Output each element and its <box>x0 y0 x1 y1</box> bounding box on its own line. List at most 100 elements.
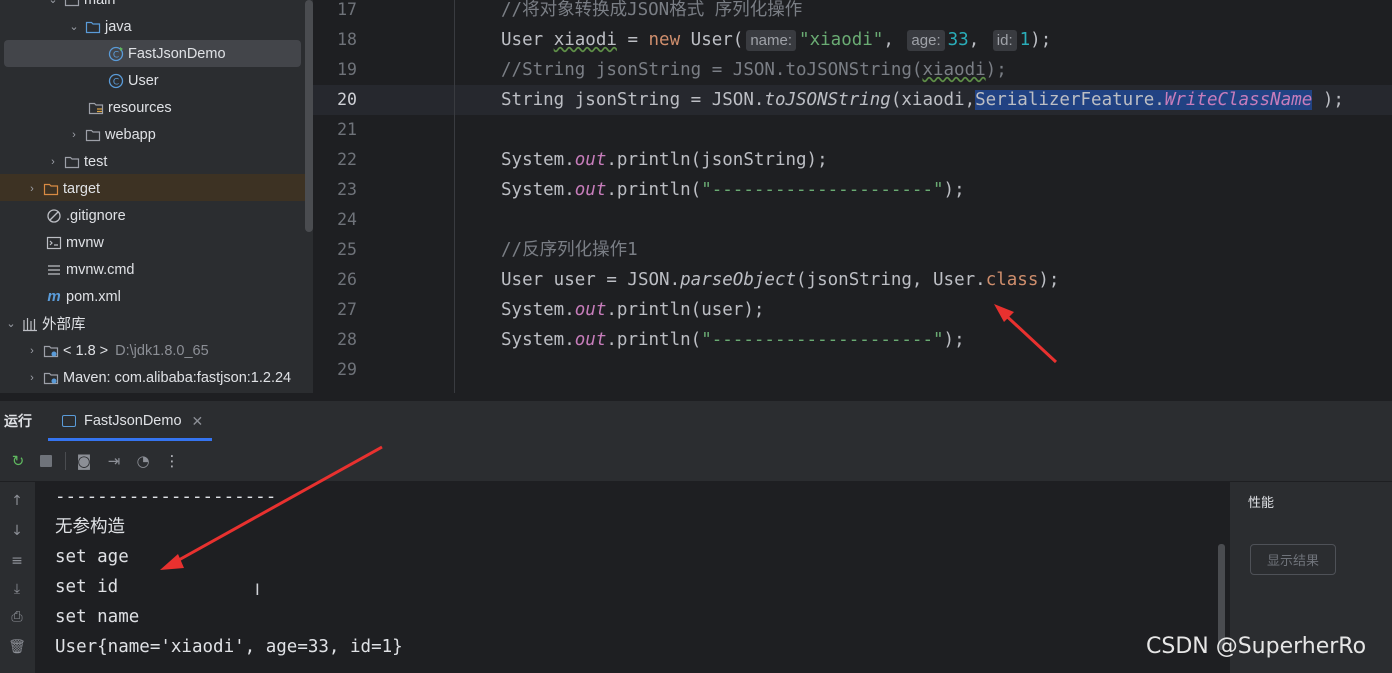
console-side-toolbar: ↑ ↓ ≡ ⤓ ⎙ 🗑 <box>0 482 35 673</box>
svg-text:C: C <box>113 50 119 60</box>
code-line-17: //将对象转换成JSON格式 序列化操作 <box>501 0 803 20</box>
chevron-down-icon[interactable]: ⌄ <box>4 317 18 331</box>
project-tree: ⌄ main ⌄ java C FastJsonDemo C User reso… <box>0 0 313 393</box>
line-number: 23 <box>337 180 357 199</box>
profiler-icon[interactable]: ◔ <box>133 451 153 471</box>
console-line: 无参构造 <box>55 517 125 537</box>
tree-item-fastjson-lib[interactable]: › Maven: com.alibaba:fastjson:1.2.24 <box>25 364 291 391</box>
run-tool-window-header: 运行 FastJsonDemo ✕ <box>0 400 1392 441</box>
tree-item-user[interactable]: C User <box>108 67 159 94</box>
text-file-icon <box>46 262 62 278</box>
console-line: set name <box>55 607 140 627</box>
indent-guide <box>454 0 455 393</box>
tree-item-mvnw[interactable]: mvnw <box>46 229 104 256</box>
tree-item-jdk[interactable]: › < 1.8 > D:\jdk1.8.0_65 <box>25 337 209 364</box>
line-number: 24 <box>337 210 357 229</box>
run-panel-label: 运行 <box>4 413 32 429</box>
chevron-down-icon[interactable]: ⌄ <box>46 0 60 7</box>
tree-item-webapp[interactable]: › webapp <box>67 121 156 148</box>
console-output[interactable]: --------------------- 无参构造 set age set i… <box>35 482 1229 673</box>
java-class-runnable-icon: C <box>108 46 124 62</box>
show-results-button[interactable]: 显示结果 <box>1250 544 1336 575</box>
folder-icon <box>85 19 101 35</box>
line-number: 26 <box>337 270 357 289</box>
tree-item-fastjsondemo[interactable]: C FastJsonDemo <box>108 40 226 67</box>
line-number: 22 <box>337 150 357 169</box>
code-line-20: String jsonString = JSON.toJSONString(xi… <box>501 90 1344 110</box>
chevron-right-icon[interactable]: › <box>46 155 60 169</box>
tree-item-gitignore[interactable]: .gitignore <box>46 202 126 229</box>
tab-fastjsondemo[interactable]: FastJsonDemo ✕ <box>48 401 212 441</box>
arrow-up-icon[interactable]: ↑ <box>5 490 29 512</box>
more-icon[interactable]: ⋮ <box>162 451 182 471</box>
line-number: 28 <box>337 330 357 349</box>
svg-text:C: C <box>113 77 119 87</box>
tree-item-mvnw-cmd[interactable]: mvnw.cmd <box>46 256 135 283</box>
folder-icon <box>85 127 101 143</box>
run-toolbar: ↻ ◙ ⇥ ◔ ⋮ <box>0 441 1392 482</box>
line-number: 21 <box>337 120 357 139</box>
exit-icon[interactable]: ⇥ <box>104 451 124 471</box>
chevron-right-icon[interactable]: › <box>25 182 39 196</box>
line-number-current: 20 <box>337 90 357 109</box>
resources-folder-icon <box>88 100 104 116</box>
tree-item-external-libraries[interactable]: ⌄ 外部库 <box>4 310 85 337</box>
line-number: 17 <box>337 0 357 19</box>
watermark: CSDN @SuperherRo <box>1146 634 1367 659</box>
chevron-right-icon[interactable]: › <box>25 371 39 385</box>
rerun-icon[interactable]: ↻ <box>8 451 28 471</box>
console-line: set id <box>55 577 119 597</box>
param-hint-age: age: <box>907 30 945 51</box>
console-line: --------------------- <box>55 487 277 507</box>
line-number-gutter: 17 18 19 20 21 22 23 24 25 26 27 28 29 <box>313 0 453 393</box>
code-editor[interactable]: 17 18 19 20 21 22 23 24 25 26 27 28 29 /… <box>313 0 1392 393</box>
param-hint-id: id: <box>992 30 1017 51</box>
code-line-28: System.out.println("--------------------… <box>501 330 965 350</box>
tree-scrollbar[interactable] <box>305 0 313 232</box>
print-icon[interactable]: ⎙ <box>5 606 29 628</box>
line-number: 19 <box>337 60 357 79</box>
chevron-right-icon[interactable]: › <box>67 128 81 142</box>
console-icon <box>62 415 76 427</box>
line-number: 29 <box>337 360 357 379</box>
java-class-icon: C <box>108 73 124 89</box>
code-line-26: User user = JSON.parseObject(jsonString,… <box>501 270 1060 290</box>
maven-icon: m <box>47 288 61 305</box>
line-number: 25 <box>337 240 357 259</box>
line-number: 27 <box>337 300 357 319</box>
screenshot-icon[interactable]: ◙ <box>74 451 94 471</box>
jdk-folder-icon <box>43 343 59 359</box>
library-folder-icon <box>43 370 59 386</box>
chevron-down-icon[interactable]: ⌄ <box>67 20 81 34</box>
terminal-file-icon <box>46 235 62 251</box>
scroll-to-end-icon[interactable]: ⤓ <box>5 578 29 600</box>
excluded-folder-icon <box>43 181 59 197</box>
toolbar-separator <box>65 452 66 470</box>
soft-wrap-icon[interactable]: ≡ <box>5 550 29 572</box>
tree-item-main[interactable]: ⌄ main <box>46 0 115 13</box>
ignore-file-icon <box>46 208 62 224</box>
library-icon <box>22 316 38 332</box>
code-line-18: User xiaodi = new User(name: "xiaodi", ag… <box>501 30 1052 51</box>
arrow-down-icon[interactable]: ↓ <box>5 520 29 542</box>
text-selection: SerializerFeature.WriteClassName <box>975 90 1313 110</box>
mouse-cursor-icon: I <box>255 580 260 599</box>
perf-title: 性能 <box>1248 495 1275 510</box>
param-hint-name: name: <box>746 30 797 51</box>
code-line-25: //反序列化操作1 <box>501 240 638 260</box>
stop-icon[interactable] <box>36 451 56 471</box>
trash-icon[interactable]: 🗑 <box>5 636 29 658</box>
console-line: User{name='xiaodi', age=33, id=1} <box>55 637 403 657</box>
tree-item-test[interactable]: › test <box>46 148 107 175</box>
tree-item-java[interactable]: ⌄ java <box>67 13 131 40</box>
chevron-right-icon[interactable]: › <box>25 344 39 358</box>
code-line-27: System.out.println(user); <box>501 300 765 320</box>
tree-item-pom-xml[interactable]: m pom.xml <box>46 283 120 310</box>
tree-item-resources[interactable]: resources <box>88 94 172 121</box>
folder-icon <box>64 0 80 8</box>
tree-item-target[interactable]: › target <box>25 175 100 202</box>
code-line-23: System.out.println("--------------------… <box>501 180 965 200</box>
folder-icon <box>64 154 80 170</box>
close-icon[interactable]: ✕ <box>192 413 204 430</box>
line-number: 18 <box>337 30 357 49</box>
